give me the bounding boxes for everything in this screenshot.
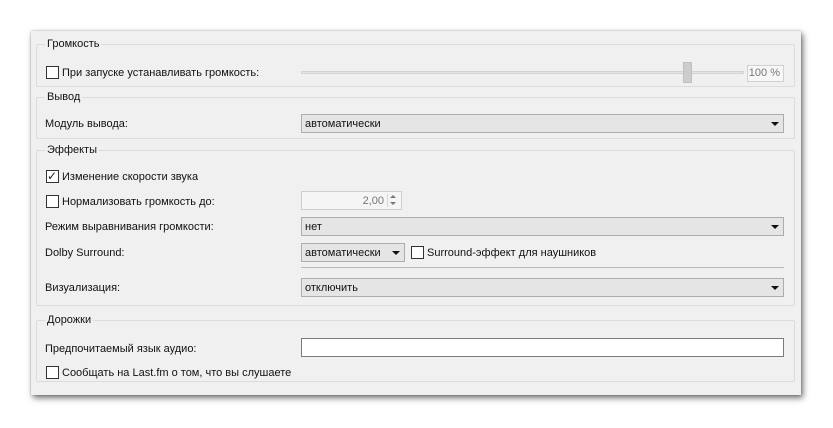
normalize-checkbox[interactable] xyxy=(46,195,59,208)
chevron-down-icon xyxy=(392,251,400,255)
volume-value-field[interactable]: 100 % xyxy=(747,65,784,82)
volume-slider-handle[interactable] xyxy=(682,62,692,83)
normalize-spinbox[interactable]: 2,00 xyxy=(301,191,402,210)
speed-change-checkbox[interactable]: ✓ xyxy=(46,169,59,183)
headphones-surround-label: Surround-эффект для наушников xyxy=(427,247,597,259)
volume-group-title: Громкость xyxy=(45,37,102,51)
visualization-select[interactable]: отключить xyxy=(301,278,784,297)
tracks-group-title: Дорожки xyxy=(45,313,94,327)
output-module-select[interactable]: автоматически xyxy=(301,114,784,133)
normalize-value: 2,00 xyxy=(362,195,384,207)
lastfm-checkbox[interactable] xyxy=(46,366,59,379)
chevron-down-icon xyxy=(771,225,779,229)
arrow-up-icon[interactable] xyxy=(390,195,396,198)
headphones-surround-checkbox[interactable] xyxy=(411,246,424,259)
chevron-down-icon xyxy=(771,286,779,290)
speed-change-label: Изменение скорости звука xyxy=(62,171,199,183)
equalization-label: Режим выравнивания громкости: xyxy=(45,221,214,233)
dolby-value: автоматически xyxy=(305,247,381,259)
equalization-select[interactable]: нет xyxy=(301,217,784,236)
dolby-select[interactable]: автоматически xyxy=(301,243,405,262)
set-volume-on-start-checkbox[interactable] xyxy=(46,66,59,79)
visualization-label: Визуализация: xyxy=(45,282,121,294)
audio-preferences-panel: Громкость При запуске устанавливать гром… xyxy=(31,31,801,395)
dolby-label: Dolby Surround: xyxy=(45,247,125,259)
normalize-label: Нормализовать громкость до: xyxy=(62,196,215,208)
volume-slider-track[interactable] xyxy=(301,71,744,74)
preferred-language-label: Предпочитаемый язык аудио: xyxy=(45,343,197,355)
effects-group: Эффекты ✓ Изменение скорости звука Норма… xyxy=(36,143,795,306)
volume-group: Громкость При запуске устанавливать гром… xyxy=(36,37,795,87)
effects-divider xyxy=(301,267,784,268)
effects-group-title: Эффекты xyxy=(45,143,100,157)
output-group: Вывод Модуль вывода: автоматически xyxy=(36,90,795,139)
check-icon: ✓ xyxy=(47,169,58,183)
set-volume-on-start-label: При запуске устанавливать громкость: xyxy=(62,67,260,79)
output-module-label: Модуль вывода: xyxy=(45,118,128,130)
spin-buttons[interactable] xyxy=(387,194,398,207)
tracks-group: Дорожки Предпочитаемый язык аудио: Сообщ… xyxy=(36,313,795,382)
chevron-down-icon xyxy=(771,122,779,126)
output-module-value: автоматически xyxy=(305,118,381,130)
preferred-language-input[interactable] xyxy=(301,338,784,357)
arrow-down-icon[interactable] xyxy=(390,202,396,205)
visualization-value: отключить xyxy=(305,282,358,294)
equalization-value: нет xyxy=(305,221,322,233)
output-group-title: Вывод xyxy=(45,90,83,104)
lastfm-label: Сообщать на Last.fm о том, что вы слушае… xyxy=(62,367,292,379)
